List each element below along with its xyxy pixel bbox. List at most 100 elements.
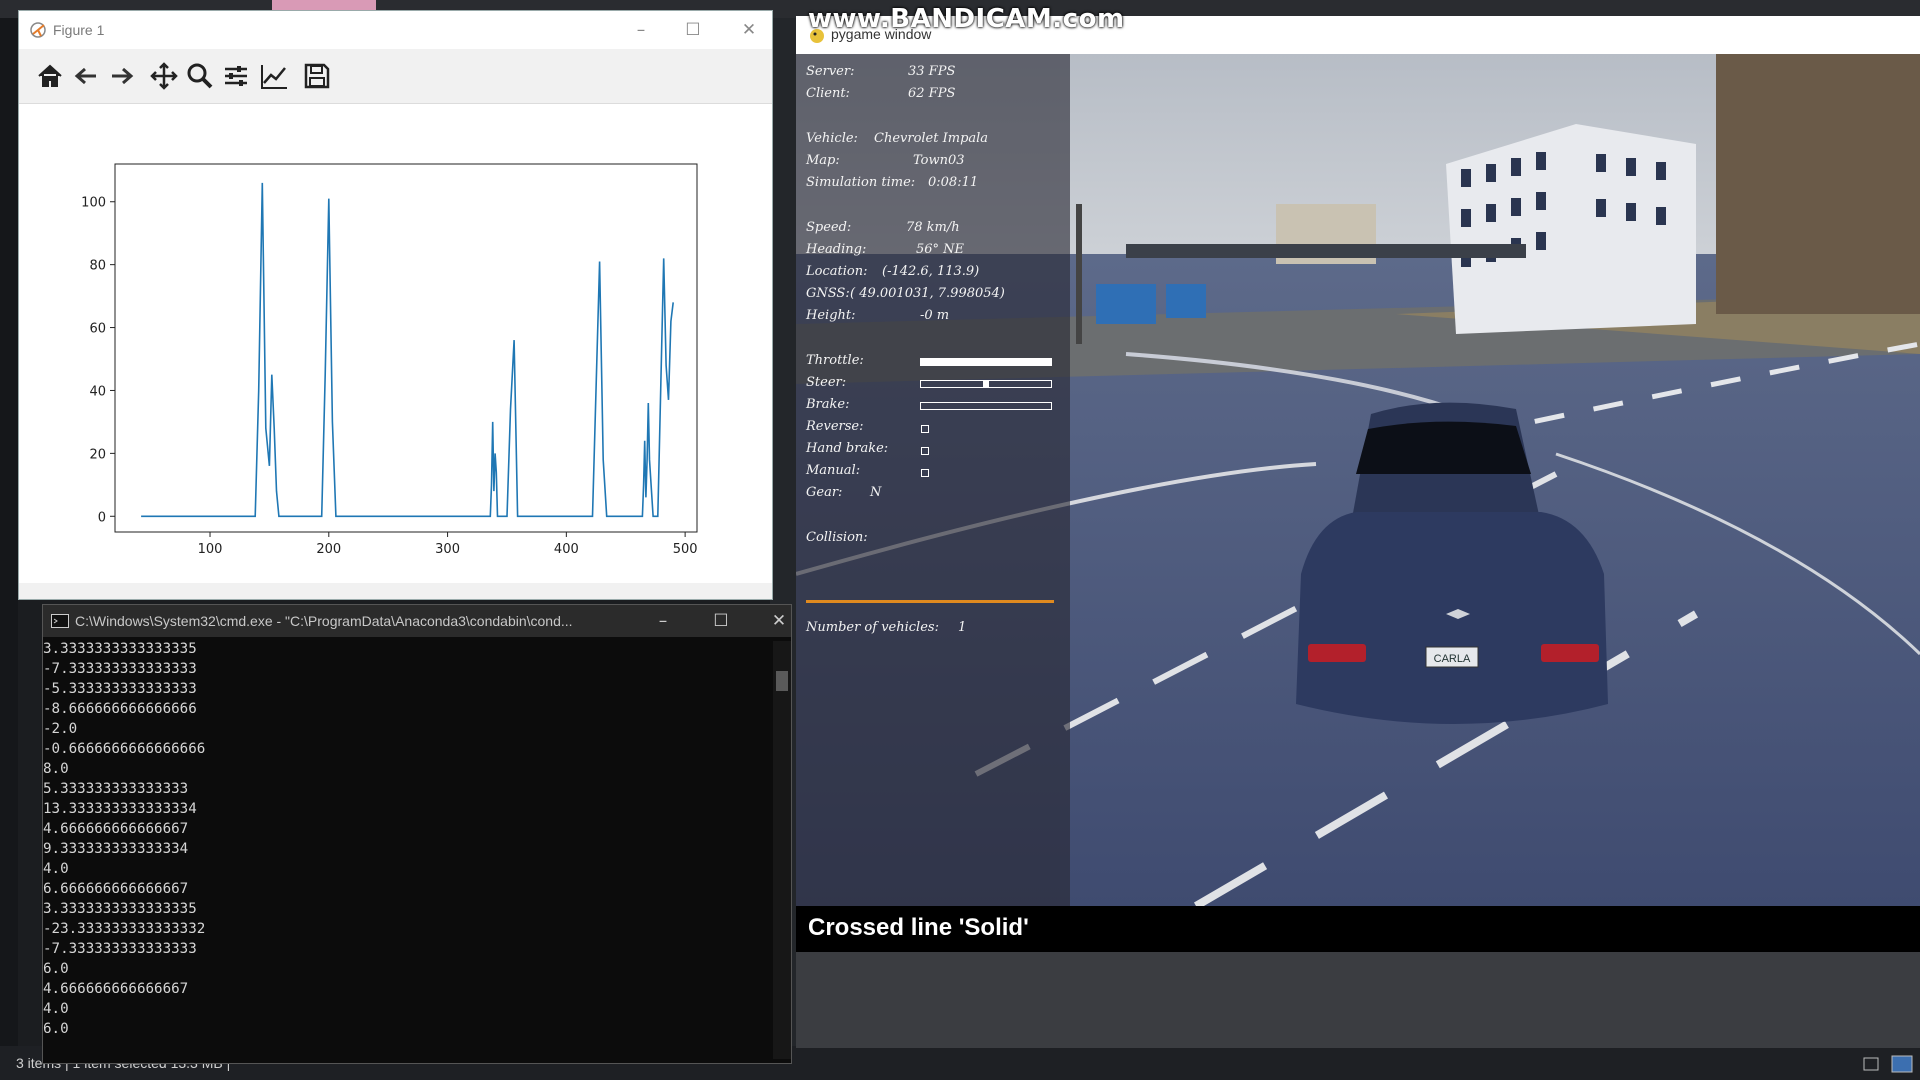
hud-gnss-label: GNSS: — [806, 286, 850, 301]
figure-window: Figure 1 – ☐ ✕ 100 200 300 400 500 0 20 40 60 80… — [18, 10, 773, 600]
hud-speed-label: Speed: — [806, 220, 852, 235]
hud-gear-value: N — [870, 485, 882, 500]
hud-server-label: Server: — [806, 64, 855, 79]
line-chart: 100 200 300 400 500 0 20 40 60 80 100 — [81, 163, 698, 557]
hud-server-value: 33 FPS — [908, 64, 956, 79]
cmd-titlebar[interactable]: C:\Windows\System32\cmd.exe - "C:\Progra… — [43, 605, 791, 637]
hud-vehicles-label: Number of vehicles: — [806, 620, 939, 635]
hud-height-label: Height: — [806, 308, 856, 323]
y-tick-label: 0 — [98, 510, 106, 525]
cmd-output-line: 13.333333333333334 — [43, 801, 197, 817]
x-tick-label: 500 — [673, 542, 698, 557]
x-tick-label: 200 — [316, 542, 341, 557]
hud-gnss-value: ( 49.001031, 7.998054) — [850, 286, 1005, 301]
figure-title: Figure 1 — [53, 22, 105, 38]
bandicam-watermark: www.BANDICAM.com — [808, 4, 1125, 34]
axes-frame — [114, 163, 698, 533]
hud-speed-value: 78 km/h — [906, 220, 960, 235]
hud-collision-label: Collision: — [806, 530, 868, 545]
hud-panel: Server: 33 FPS Client: 62 FPS Vehicle: C… — [796, 54, 1070, 906]
y-tick-label: 40 — [89, 384, 106, 399]
zoom-icon[interactable] — [185, 61, 215, 91]
cmd-output-line: -8.666666666666666 — [43, 701, 197, 717]
cmd-output-line: 9.333333333333334 — [43, 841, 189, 857]
hud-location-value: (-142.6, 113.9) — [882, 264, 980, 279]
cmd-output-line: 6.666666666666667 — [43, 881, 189, 897]
throttle-bar — [920, 358, 1052, 366]
cmd-close-button[interactable]: ✕ — [759, 608, 799, 634]
figure-canvas[interactable]: 100 200 300 400 500 0 20 40 60 80 100 — [19, 104, 772, 582]
cmd-output-line: 6.0 — [43, 961, 69, 977]
reverse-checkbox — [921, 425, 929, 433]
cmd-output-line: -5.333333333333333 — [43, 681, 197, 697]
x-tick-label: 400 — [554, 542, 579, 557]
cmd-output-line: 4.666666666666667 — [43, 821, 189, 837]
back-icon[interactable] — [71, 61, 101, 91]
brake-bar — [920, 402, 1052, 410]
hud-throttle-label: Throttle: — [806, 353, 864, 368]
cmd-scrollbar[interactable] — [773, 641, 791, 1059]
hud-simtime-label: Simulation time: — [806, 175, 916, 190]
hud-simtime-value: 0:08:11 — [928, 175, 979, 190]
pan-icon[interactable] — [149, 61, 179, 91]
details-view-icon[interactable] — [1858, 1052, 1918, 1076]
cmd-scroll-thumb[interactable] — [776, 671, 788, 691]
pygame-window: pygame window CARLA Server: 33 FPS Clien… — [796, 16, 1920, 952]
cmd-minimize-button[interactable]: – — [643, 608, 683, 634]
figure-statusbar — [19, 583, 772, 599]
cmd-output-line: 4.666666666666667 — [43, 981, 189, 997]
figure-titlebar[interactable]: Figure 1 – ☐ ✕ — [19, 11, 772, 49]
cmd-output-line: 5.333333333333333 — [43, 781, 189, 797]
handbrake-checkbox — [921, 447, 929, 455]
cmd-output-line: -7.333333333333333 — [43, 661, 197, 677]
hud-client-value: 62 FPS — [908, 86, 956, 101]
hud-map-label: Map: — [806, 153, 840, 168]
figure-toolbar — [19, 49, 772, 104]
hud-gear-label: Gear: — [806, 485, 843, 500]
cmd-output-line: 6.0 — [43, 1021, 69, 1037]
notification-text: Crossed line 'Solid' — [808, 914, 1029, 941]
manual-checkbox — [921, 469, 929, 477]
desktop-region — [796, 952, 1920, 1048]
hud-vehicles-value: 1 — [958, 620, 967, 635]
hud-height-value: -0 m — [920, 308, 950, 323]
hud-reverse-label: Reverse: — [806, 419, 864, 434]
hud-heading-label: Heading: — [806, 242, 867, 257]
save-icon[interactable] — [302, 61, 332, 91]
maximize-button[interactable]: ☐ — [673, 17, 713, 43]
series-line — [141, 182, 674, 518]
edit-axis-icon[interactable] — [259, 61, 289, 91]
license-plate: CARLA — [1434, 653, 1471, 665]
y-tick-label: 60 — [89, 322, 106, 337]
steer-bar — [920, 380, 1052, 388]
forward-icon[interactable] — [107, 61, 137, 91]
hud-handbrake-label: Hand brake: — [806, 441, 889, 456]
minimize-button[interactable]: – — [621, 17, 661, 43]
hud-map-value: Town03 — [913, 153, 965, 168]
hud-vehicle-value: Chevrolet Impala — [874, 131, 989, 146]
cmd-window: C:\Windows\System32\cmd.exe - "C:\Progra… — [42, 604, 792, 1064]
x-tick-label: 300 — [435, 542, 460, 557]
cmd-output-line: 4.0 — [43, 861, 69, 877]
cmd-icon — [51, 614, 69, 628]
configure-subplots-icon[interactable] — [221, 61, 251, 91]
y-tick-label: 20 — [89, 447, 106, 462]
cmd-output: 3.3333333333333335 -7.333333333333333 -5.3… — [43, 639, 763, 1039]
y-tick-label: 100 — [81, 196, 106, 211]
view-toggle-icons[interactable] — [1858, 1052, 1918, 1076]
hud-client-label: Client: — [806, 86, 850, 101]
cmd-output-line: 3.3333333333333335 — [43, 901, 197, 917]
x-tick-label: 100 — [198, 542, 223, 557]
hud-brake-label: Brake: — [806, 397, 850, 412]
close-button[interactable]: ✕ — [729, 17, 769, 43]
hud-steer-label: Steer: — [806, 375, 847, 390]
home-icon[interactable] — [35, 61, 65, 91]
collision-history-line — [806, 600, 1054, 603]
cmd-maximize-button[interactable]: ☐ — [701, 608, 741, 634]
notification-bar: Crossed line 'Solid' — [796, 906, 1920, 952]
cmd-output-line: 3.3333333333333335 — [43, 641, 197, 657]
cmd-output-line: 4.0 — [43, 1001, 69, 1017]
matplotlib-logo-icon — [30, 22, 46, 38]
hud-heading-value: 56° NE — [916, 242, 965, 257]
cmd-output-line: 8.0 — [43, 761, 69, 777]
